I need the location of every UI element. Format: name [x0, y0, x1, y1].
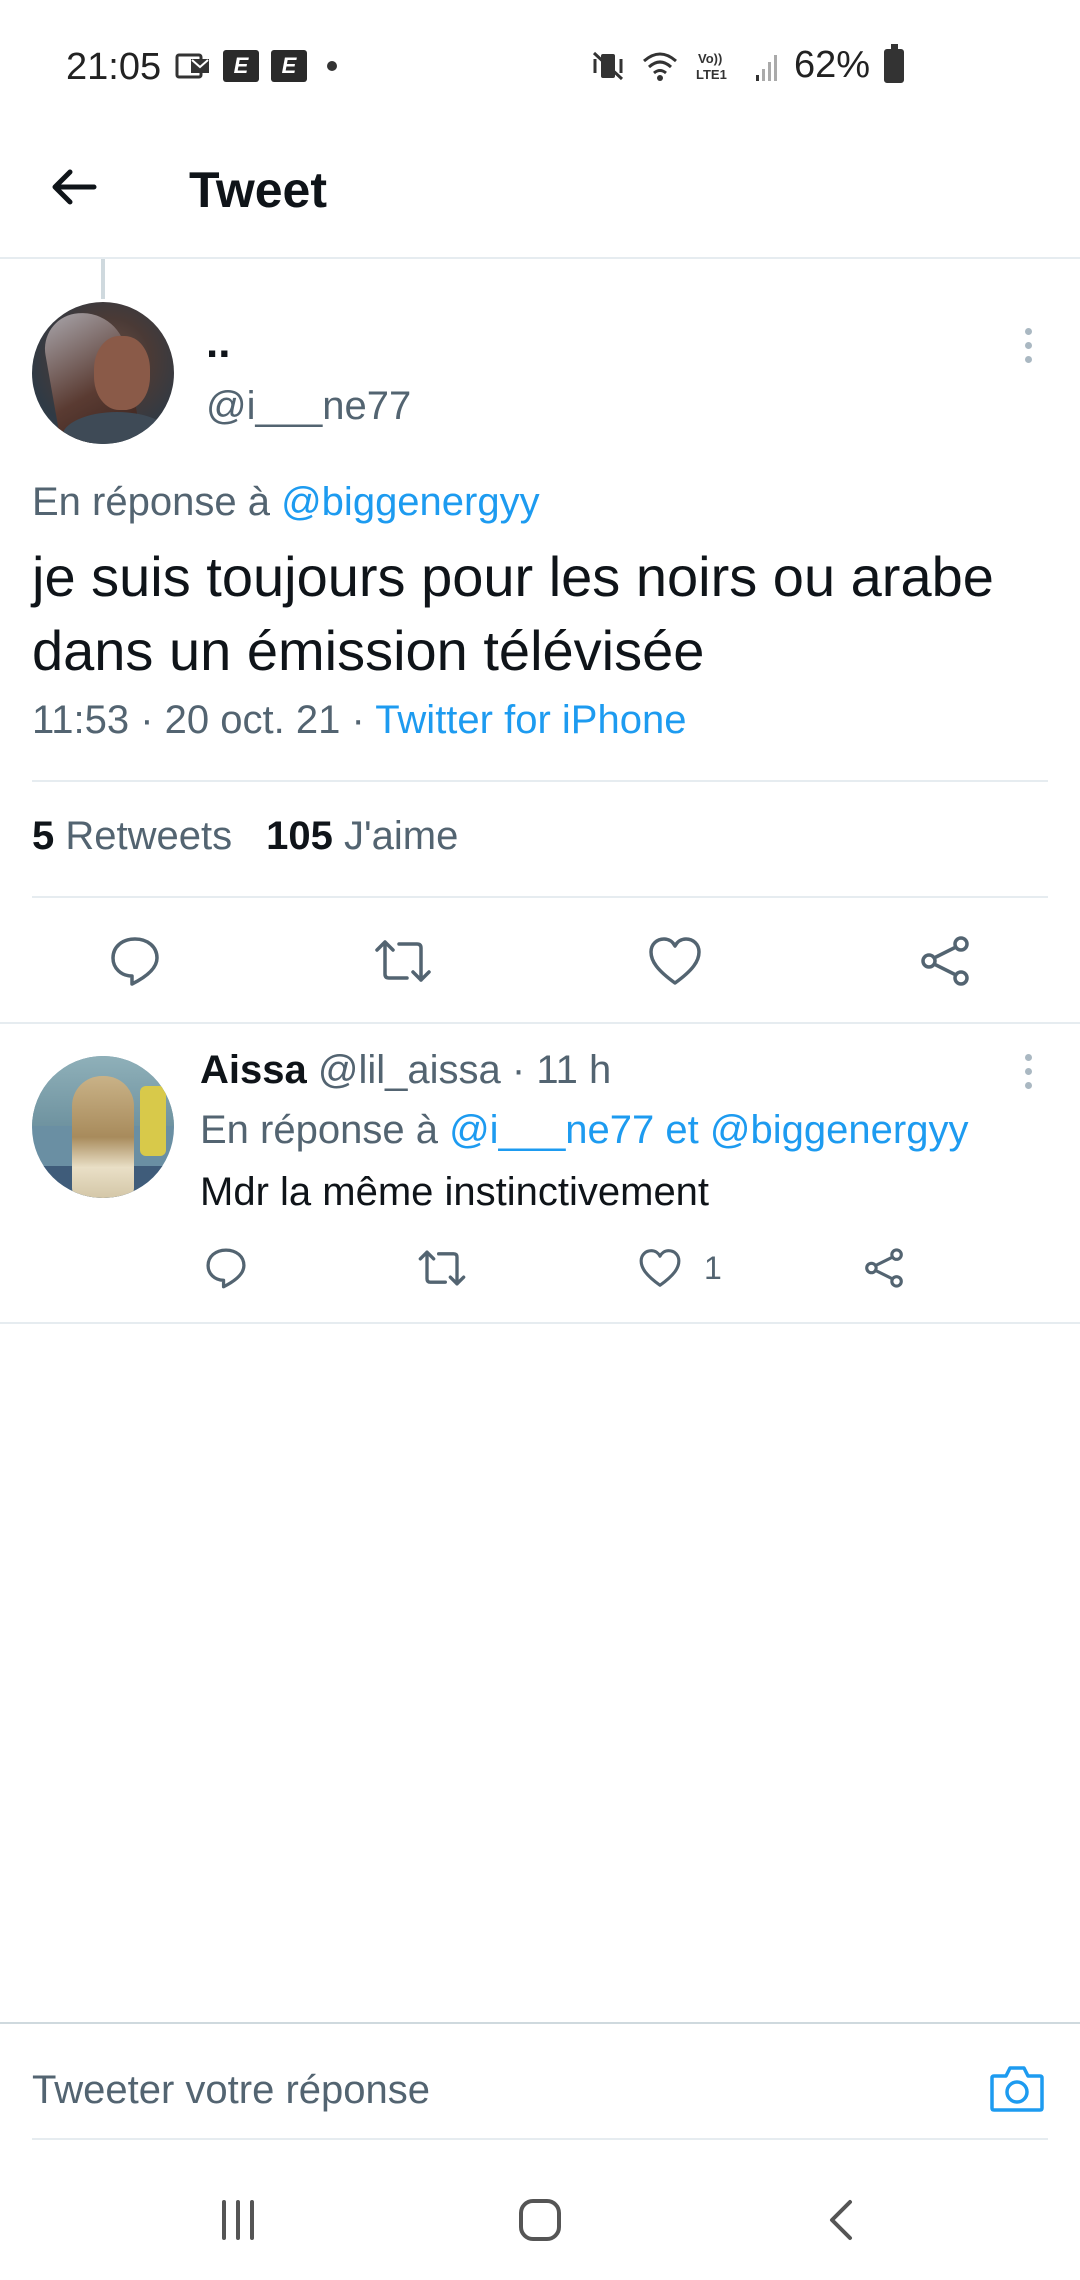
replying-to-conjunction: et — [665, 1108, 699, 1152]
wifi-icon — [642, 52, 677, 81]
camera-button[interactable] — [985, 2058, 1049, 2118]
like-count: 1 — [704, 1249, 722, 1286]
reply-header: Aissa @lil_aissa · 11 h — [200, 1048, 611, 1093]
more-vertical-icon — [1024, 327, 1032, 335]
tweet-time: 11:53 · 20 oct. 21 · — [32, 698, 365, 742]
retweet-button[interactable] — [368, 928, 438, 994]
divider — [0, 2022, 1080, 2024]
divider — [32, 780, 1048, 782]
back-nav-button[interactable] — [802, 2190, 882, 2250]
tweet-timestamp: 11:53 · 20 oct. 21 · Twitter for iPhone — [32, 698, 686, 743]
volte-icon: Vo)) LTE1 — [696, 51, 727, 82]
display-name[interactable]: .. — [206, 318, 230, 368]
more-options-button[interactable] — [1008, 315, 1048, 375]
share-icon — [921, 936, 969, 986]
retweet-icon — [418, 1250, 466, 1286]
retweet-label: Retweets — [65, 814, 233, 858]
share-button[interactable] — [910, 928, 980, 994]
replying-to-label: En réponse à — [200, 1108, 438, 1152]
retweets-stat[interactable]: 5 Retweets — [32, 814, 232, 859]
divider — [32, 2138, 1048, 2140]
tweet-actions — [0, 900, 1080, 1024]
reply-button[interactable] — [198, 1240, 254, 1296]
share-button[interactable] — [856, 1240, 912, 1296]
chevron-left-icon — [830, 2200, 852, 2240]
app-notification-icon: E — [271, 50, 307, 82]
comment-icon — [111, 937, 159, 986]
recent-apps-button[interactable] — [198, 2190, 278, 2250]
like-button[interactable] — [640, 928, 710, 994]
battery-percent: 62% — [793, 44, 870, 86]
svg-text:Vo)): Vo)) — [698, 51, 722, 66]
tweet-time: · 11 h — [511, 1048, 612, 1092]
status-time: 21:05 — [66, 46, 162, 88]
system-navigation-bar — [0, 2160, 1080, 2280]
like-button[interactable]: 1 — [638, 1240, 748, 1296]
avatar[interactable] — [32, 1056, 174, 1198]
tweet-text: je suis toujours pour les noirs ou arabe… — [32, 545, 994, 682]
more-options-button[interactable] — [1008, 1041, 1048, 1101]
user-handle[interactable]: @i___ne77 — [206, 384, 411, 429]
divider — [32, 896, 1048, 898]
tweet-text: Mdr la même instinctivement — [200, 1170, 710, 1214]
heart-icon — [639, 1249, 681, 1287]
arrow-left-icon — [52, 169, 97, 205]
display-name[interactable]: Aissa — [200, 1048, 307, 1092]
heart-icon — [649, 937, 701, 985]
retweet-count: 5 — [32, 814, 55, 858]
more-notifications-dot — [327, 61, 337, 71]
status-bar: 21:05 E E Vo)) LTE1 62% — [0, 0, 1080, 135]
like-count: 105 — [266, 814, 333, 858]
user-handle[interactable]: @lil_aissa — [318, 1048, 501, 1092]
reply-button[interactable] — [100, 928, 170, 994]
retweet-button[interactable] — [414, 1240, 470, 1296]
share-icon — [865, 1248, 903, 1288]
mention-link[interactable]: @biggenergyy — [710, 1108, 969, 1152]
camera-icon — [990, 2066, 1044, 2112]
system-icons: Vo)) LTE1 62% — [590, 43, 904, 87]
comment-icon — [206, 1248, 246, 1289]
battery-icon — [884, 43, 904, 83]
vibrate-mute-icon — [592, 51, 623, 80]
thread-connector-line — [101, 259, 105, 299]
svg-text:LTE1: LTE1 — [696, 67, 727, 82]
tweet-detail-screen: 21:05 E E Vo)) LTE1 62% Tweet .. @i___ne… — [0, 0, 1080, 2280]
tweet-source-link[interactable]: Twitter for iPhone — [375, 698, 686, 742]
like-label: J'aime — [344, 814, 459, 858]
likes-stat[interactable]: 105 J'aime — [266, 814, 458, 859]
reply-compose-input[interactable] — [32, 2060, 932, 2120]
home-button[interactable] — [500, 2190, 580, 2250]
divider — [0, 1022, 1080, 1024]
page-title: Tweet — [189, 162, 327, 218]
replying-to-label: En réponse à — [32, 480, 270, 524]
mention-link[interactable]: @biggenergyy — [281, 480, 540, 524]
app-notification-icon: E — [223, 50, 259, 82]
mail-notification-icon — [175, 53, 209, 79]
replying-to: En réponse à @i___ne77 et @biggenergyy — [200, 1108, 968, 1153]
tweet-stats: 5 Retweets 105 J'aime — [32, 814, 458, 859]
divider — [0, 1322, 1080, 1324]
retweet-icon — [375, 940, 431, 982]
mention-link[interactable]: @i___ne77 — [449, 1108, 654, 1152]
notification-icons: E E — [175, 50, 337, 82]
replying-to: En réponse à @biggenergyy — [32, 480, 540, 525]
home-icon — [519, 2199, 561, 2241]
signal-icon — [755, 54, 777, 81]
top-app-bar: Tweet — [0, 135, 1080, 259]
recent-apps-icon — [222, 2200, 254, 2240]
more-vertical-icon — [1024, 1053, 1032, 1061]
back-button[interactable] — [44, 157, 104, 217]
avatar[interactable] — [32, 302, 174, 444]
